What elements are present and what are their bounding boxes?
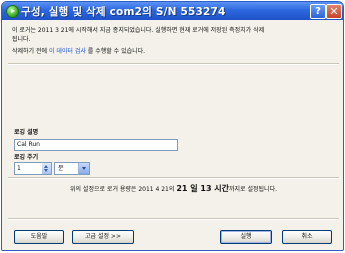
interval-unit-value: 분 <box>58 165 64 172</box>
inspect-hint-post: 를 수행할 수 있습니다. <box>85 48 146 55</box>
spinner-arrows-icon[interactable] <box>42 163 51 174</box>
divider <box>8 177 339 179</box>
summary-duration: 21 일 13 시간 <box>176 184 230 193</box>
play-icon <box>6 5 19 18</box>
window-title: 구성, 실행 및 삭제 com2의 S/N 553274 <box>21 6 226 18</box>
info-line-1: 이 로거는 2011 3 21에 시작해서 지금 종지되었습니다. 실행하면 현… <box>12 27 265 34</box>
logging-name-input[interactable]: Cal Run <box>14 139 178 151</box>
help-button[interactable]: 도움말 <box>14 230 64 244</box>
capacity-summary: 위의 설정으로 로거 용량은 2011 4 21의 21 일 13 시간까지로 … <box>2 183 343 194</box>
arrow-down-icon[interactable] <box>44 169 48 172</box>
close-button[interactable]: ✕ <box>326 4 342 19</box>
cancel-button[interactable]: 취소 <box>282 230 332 244</box>
arrow-up-icon[interactable] <box>44 164 48 168</box>
interval-unit-select[interactable]: 분 <box>54 162 90 175</box>
divider <box>8 218 339 220</box>
advanced-settings-button[interactable]: 고급 설정 >> <box>72 230 134 244</box>
inspect-data-link[interactable]: 이 데이터 검사 <box>49 48 86 55</box>
run-button[interactable]: 실행 <box>220 230 272 244</box>
title-bar[interactable]: 구성, 실행 및 삭제 com2의 S/N 553274 ? ✕ <box>2 2 343 20</box>
help-title-button[interactable]: ? <box>310 4 326 19</box>
interval-value: 1 <box>17 165 21 172</box>
chevron-down-icon[interactable] <box>78 163 89 174</box>
summary-pre: 위의 설정으로 로거 용량은 2011 4 21의 <box>69 186 177 193</box>
inspect-hint-pre: 삭제하기 전에 <box>12 48 49 55</box>
divider <box>8 63 339 65</box>
inspect-hint: 삭제하기 전에 이 데이터 검사 를 수행할 수 있습니다. <box>12 46 145 55</box>
info-line-2: 됩니다. <box>12 36 31 43</box>
summary-post: 까지로 설정됩니다. <box>229 186 277 193</box>
interval-stepper[interactable]: 1 <box>14 162 52 175</box>
dialog-window: 구성, 실행 및 삭제 com2의 S/N 553274 ? ✕ 이 로거는 2… <box>1 1 344 251</box>
logging-interval-label: 로깅 주기 <box>14 154 39 161</box>
logging-name-label: 로깅 설명 <box>14 129 39 136</box>
